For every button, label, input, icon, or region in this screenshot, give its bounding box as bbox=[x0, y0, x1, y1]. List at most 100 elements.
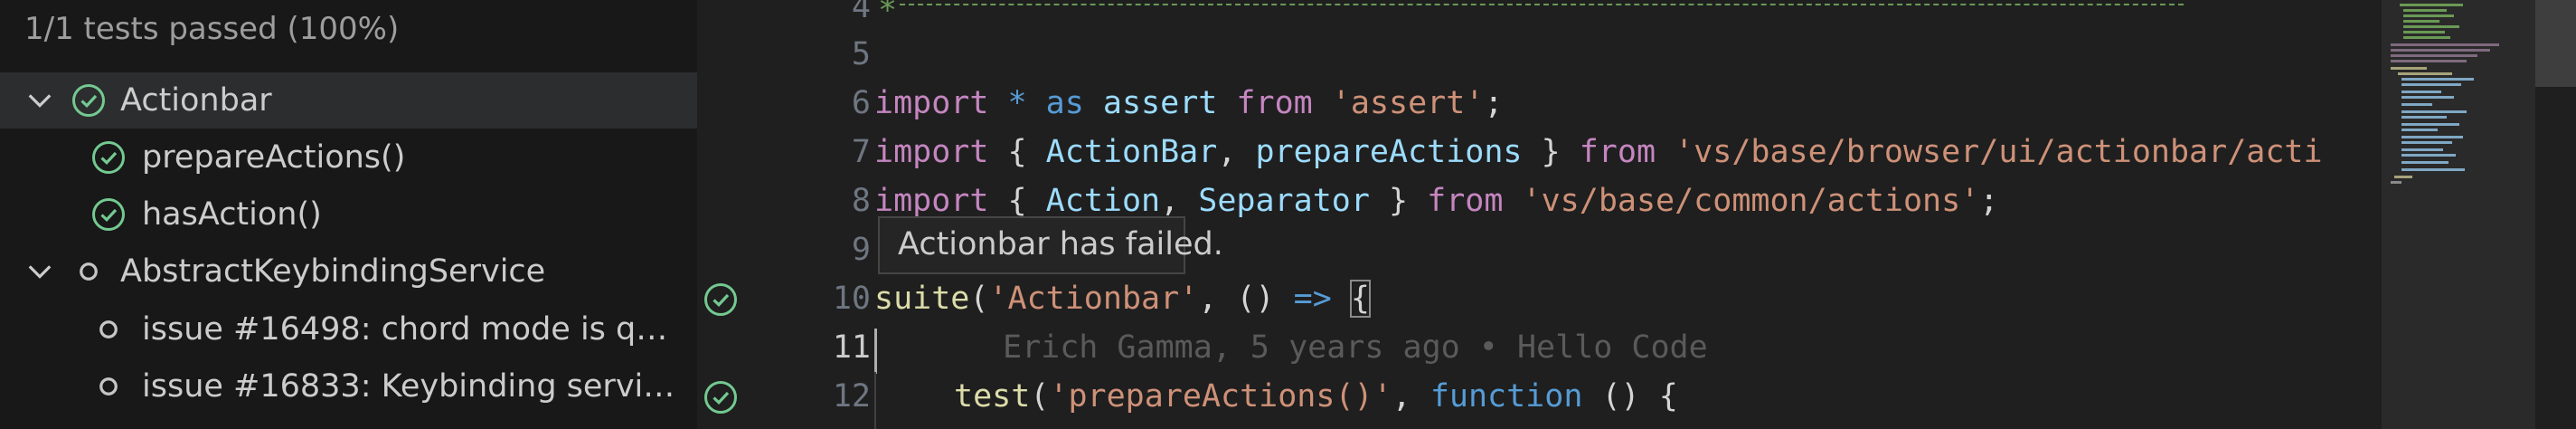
test-item-label: prepareActions() bbox=[142, 139, 406, 176]
minimap-line bbox=[2403, 36, 2450, 39]
line-number: 11 bbox=[832, 329, 871, 366]
minimap[interactable] bbox=[2382, 0, 2535, 429]
test-item-label: Actionbar bbox=[120, 82, 272, 119]
line-number: 4 bbox=[851, 0, 871, 25]
function-name: test bbox=[954, 378, 1031, 415]
minimap-line bbox=[2401, 91, 2441, 93]
punctuation: { bbox=[1658, 378, 1678, 415]
test-item-issue-16498[interactable]: issue #16498: chord mode is quit f... bbox=[0, 301, 697, 358]
git-blame-annotation: Erich Gamma, 5 years ago • Hello Code bbox=[1003, 329, 1708, 366]
punctuation: , bbox=[1198, 281, 1218, 317]
test-passed-gutter-icon[interactable] bbox=[703, 281, 739, 318]
line-number: 12 bbox=[832, 378, 871, 415]
minimap-line bbox=[2400, 4, 2463, 6]
code-line-10[interactable]: suite('Actionbar', () => { bbox=[874, 274, 1371, 323]
minimap-line bbox=[2401, 154, 2456, 157]
string-literal: 'vs/base/common/actions' bbox=[1522, 183, 1980, 219]
punctuation: () bbox=[1601, 378, 1640, 415]
vertical-scrollbar[interactable] bbox=[2535, 0, 2576, 429]
test-passed-gutter-icon[interactable] bbox=[703, 379, 739, 415]
keyword: import bbox=[874, 85, 989, 121]
minimap-line bbox=[2401, 123, 2459, 126]
scrollbar-thumb[interactable] bbox=[2535, 0, 2576, 87]
test-item-abstractkeybindingservice[interactable]: AbstractKeybindingService bbox=[0, 243, 697, 300]
line-number: 8 bbox=[851, 183, 871, 219]
test-item-issue-16833[interactable]: issue #16833: Keybinding service s... bbox=[0, 358, 697, 415]
identifier: assert bbox=[1102, 85, 1218, 121]
minimap-line bbox=[2401, 129, 2438, 131]
not-run-icon bbox=[71, 253, 107, 290]
keyword: import bbox=[874, 134, 989, 170]
minimap-line bbox=[2401, 83, 2461, 86]
string-literal: 'prepareActions()' bbox=[1049, 378, 1392, 415]
test-item-actionbar[interactable]: Actionbar bbox=[0, 72, 697, 129]
test-item-label: AbstractKeybindingService bbox=[120, 253, 546, 290]
arrow-token: => bbox=[1293, 281, 1332, 317]
punctuation: { bbox=[1007, 183, 1027, 219]
passed-icon bbox=[71, 82, 107, 119]
comment-star: * bbox=[878, 0, 898, 29]
minimap-line bbox=[2391, 54, 2477, 57]
code-editor[interactable]: 4 * 5 6 import * as assert from 'assert'… bbox=[697, 0, 2576, 429]
minimap-line bbox=[2391, 43, 2499, 46]
not-run-icon bbox=[90, 368, 127, 405]
keyword: from bbox=[1579, 134, 1656, 170]
minimap-line bbox=[2398, 72, 2452, 75]
minimap-line bbox=[2391, 181, 2401, 184]
punctuation: ( bbox=[969, 281, 989, 317]
line-number: 5 bbox=[851, 36, 871, 72]
code-line-12[interactable]: test('prepareActions()', function () { bbox=[954, 372, 1678, 421]
chevron-down-icon[interactable] bbox=[24, 84, 56, 117]
test-item-hasaction[interactable]: hasAction() bbox=[0, 186, 697, 243]
code-line-7[interactable]: import { ActionBar, prepareActions } fro… bbox=[874, 128, 2323, 176]
punctuation: ; bbox=[1979, 183, 1999, 219]
punctuation: } bbox=[1541, 134, 1561, 170]
line-number: 10 bbox=[832, 281, 871, 317]
identifier: ActionBar bbox=[1045, 134, 1218, 170]
minimap-line bbox=[2391, 60, 2467, 62]
comment-dashes bbox=[900, 4, 2184, 5]
identifier: Action bbox=[1045, 183, 1161, 219]
keyword: function bbox=[1430, 378, 1583, 415]
minimap-slider[interactable] bbox=[2382, 0, 2535, 429]
minimap-line bbox=[2401, 78, 2474, 81]
punctuation: ; bbox=[1484, 85, 1504, 121]
indent-guide bbox=[874, 372, 876, 429]
minimap-line bbox=[2394, 176, 2412, 178]
minimap-line bbox=[2401, 96, 2454, 99]
star-token: * bbox=[1007, 85, 1027, 121]
minimap-line bbox=[2403, 31, 2445, 33]
string-literal: 'assert' bbox=[1331, 85, 1485, 121]
punctuation: , bbox=[1160, 183, 1180, 219]
line-number: 7 bbox=[851, 134, 871, 170]
minimap-line bbox=[2403, 25, 2459, 28]
punctuation: { bbox=[1007, 134, 1027, 170]
keyword: from bbox=[1236, 85, 1313, 121]
minimap-line bbox=[2403, 20, 2439, 23]
punctuation: } bbox=[1389, 183, 1409, 219]
line-number: 9 bbox=[851, 232, 871, 268]
minimap-line bbox=[2401, 168, 2465, 171]
minimap-line bbox=[2403, 14, 2454, 17]
punctuation: () bbox=[1236, 281, 1275, 317]
test-item-label: hasAction() bbox=[142, 196, 322, 233]
minimap-line bbox=[2401, 116, 2447, 119]
chevron-down-icon[interactable] bbox=[24, 255, 56, 288]
minimap-line bbox=[2401, 103, 2432, 106]
test-status-tooltip: Actionbar has failed. bbox=[878, 216, 1223, 274]
test-explorer-panel: 1/1 tests passed (100%) Actionbar prepar… bbox=[0, 0, 697, 429]
punctuation: , bbox=[1392, 378, 1411, 415]
string-literal: 'vs/base/browser/ui/actionbar/acti bbox=[1675, 134, 2323, 170]
string-literal: 'Actionbar' bbox=[988, 281, 1199, 317]
text-cursor bbox=[874, 329, 877, 374]
test-item-prepareactions[interactable]: prepareActions() bbox=[0, 129, 697, 186]
code-line-6[interactable]: import * as assert from 'assert'; bbox=[874, 79, 1503, 128]
minimap-line bbox=[2401, 141, 2452, 144]
minimap-line bbox=[2391, 49, 2490, 52]
passed-icon bbox=[90, 196, 127, 233]
keyword: import bbox=[874, 183, 989, 219]
test-item-label: issue #16498: chord mode is quit f... bbox=[142, 311, 684, 348]
minimap-line bbox=[2401, 148, 2443, 151]
minimap-line bbox=[2401, 161, 2449, 164]
minimap-line bbox=[2401, 110, 2467, 113]
